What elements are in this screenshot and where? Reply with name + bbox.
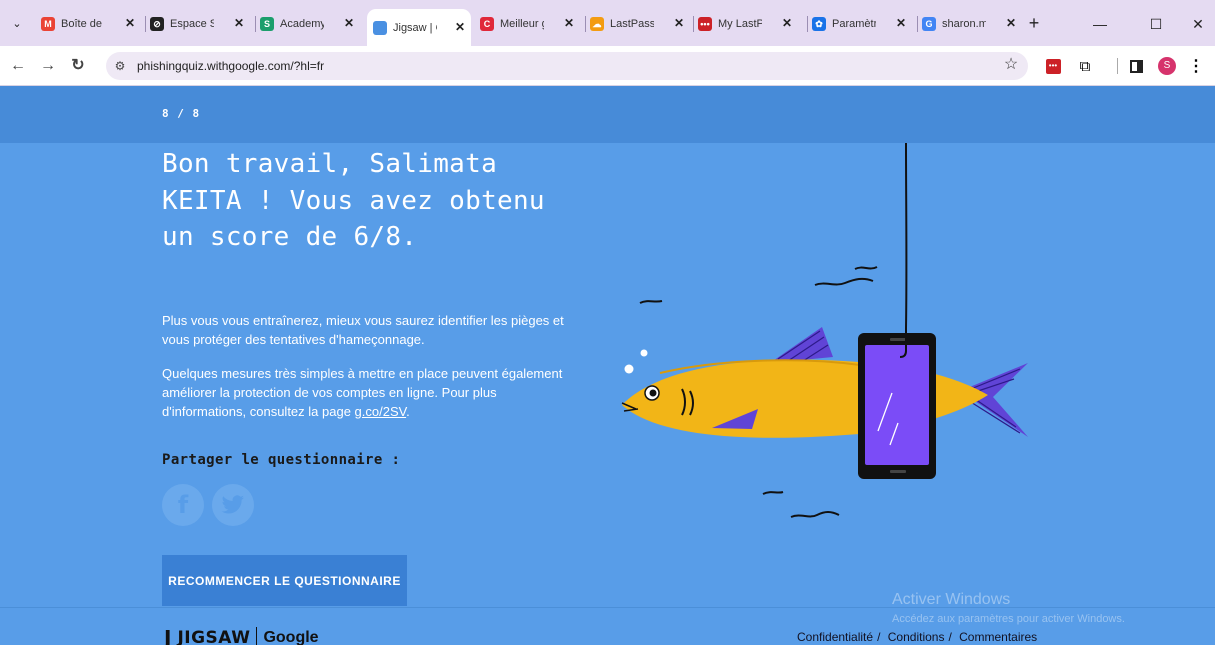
question-progress: 8 / 8	[162, 107, 201, 120]
side-panel-icon[interactable]	[1126, 56, 1146, 76]
fish-hooked-phone-illustration	[621, 143, 1028, 518]
footer-links: Confidentialité / Conditions / Commentaire…	[797, 630, 1041, 644]
logo-divider	[256, 627, 258, 645]
tab-search-icon[interactable]: ⌄	[6, 13, 28, 35]
twitter-share-icon[interactable]	[212, 484, 254, 526]
bookmark-star-icon[interactable]: ☆	[1000, 54, 1022, 76]
tab-close-icon[interactable]: ✕	[1004, 16, 1018, 30]
tab-separator	[917, 16, 918, 32]
menu-kebab-icon[interactable]: ⋮	[1186, 56, 1206, 76]
google-icon: G	[922, 17, 936, 31]
tab-title: Espace S/	[170, 18, 214, 30]
privacy-link[interactable]: Confidentialité	[797, 630, 873, 644]
windows-activation-watermark: Activer Windows Accédez aux paramètres p…	[892, 591, 1125, 625]
tab-close-icon[interactable]: ✕	[780, 16, 794, 30]
facebook-share-icon[interactable]: f	[162, 484, 204, 526]
result-paragraph-2: Quelques mesures très simples à mettre e…	[162, 364, 582, 421]
site-settings-icon[interactable]: ⚙	[112, 58, 128, 74]
jigsaw-logo-icon: J	[164, 626, 172, 645]
browser-tab[interactable]: M Boîte de r ✕	[41, 13, 141, 35]
tab-close-icon[interactable]: ✕	[123, 16, 137, 30]
browser-tab[interactable]: ✿ Paramètre ✕	[812, 13, 912, 35]
reload-icon[interactable]: ↻	[66, 54, 90, 78]
forward-arrow-icon[interactable]: →	[36, 54, 60, 78]
tab-title: sharon.m	[942, 18, 986, 30]
result-headline: Bon travail, Salimata KEITA ! Vous avez …	[162, 149, 545, 252]
browser-tab[interactable]: Jigsaw | C ✕	[367, 9, 471, 46]
browser-tab[interactable]: ⊘ Espace S/ ✕	[150, 13, 250, 35]
url-text[interactable]: phishingquiz.withgoogle.com/?hl=fr	[137, 59, 324, 73]
tab-close-icon[interactable]: ✕	[562, 16, 576, 30]
tab-title: Academy	[280, 18, 324, 30]
tab-separator	[145, 16, 146, 32]
tab-close-icon[interactable]: ✕	[232, 16, 246, 30]
tab-strip: ⌄ MBoîte de r✕⊘Espace S/✕SAcademy✕Jigsaw…	[0, 0, 1215, 46]
gmail-icon: M	[41, 17, 55, 31]
extensions-puzzle-icon[interactable]: ⧉	[1075, 56, 1095, 76]
tab-close-icon[interactable]: ✕	[453, 20, 467, 34]
minimize-button[interactable]: —	[1086, 10, 1114, 38]
link-separator: /	[948, 630, 952, 644]
google-wordmark: Google	[263, 629, 319, 645]
tab-separator	[693, 16, 694, 32]
restart-quiz-button[interactable]: RECOMMENCER LE QUESTIONNAIRE	[162, 555, 407, 606]
browser-tab[interactable]: Gsharon.m ✕	[922, 13, 1022, 35]
close-window-button[interactable]: ✕	[1184, 10, 1212, 38]
tab-separator	[255, 16, 256, 32]
tab-separator	[807, 16, 808, 32]
para2-suffix: .	[406, 404, 410, 419]
academy-icon: S	[260, 17, 274, 31]
link-separator: /	[877, 630, 881, 644]
rainbow-icon: ☁	[590, 17, 604, 31]
jigsaw-wordmark: JIGSAW	[177, 628, 251, 645]
browser-tab[interactable]: S Academy ✕	[260, 13, 360, 35]
feedback-link[interactable]: Commentaires	[959, 630, 1037, 644]
new-tab-button[interactable]: +	[1022, 12, 1046, 36]
back-arrow-icon[interactable]: ←	[6, 54, 30, 78]
tab-title: Jigsaw | C	[393, 21, 437, 34]
result-paragraph-1: Plus vous vous entraînerez, mieux vous s…	[162, 313, 564, 347]
lastpass-extension-icon[interactable]: •••	[1043, 56, 1063, 76]
browser-tab[interactable]: C Meilleur g ✕	[480, 13, 580, 35]
tab-title: Boîte de r	[61, 18, 105, 30]
canva-icon: C	[480, 17, 494, 31]
share-label: Partager le questionnaire :	[162, 452, 401, 468]
profile-avatar[interactable]: S	[1157, 56, 1177, 76]
jigsaw-google-logo[interactable]: J JIGSAW Google	[164, 626, 319, 645]
tab-title: Paramètre	[832, 18, 876, 30]
divider	[1107, 56, 1127, 76]
jigsaw-icon	[373, 20, 387, 35]
watermark-title: Activer Windows	[892, 591, 1011, 608]
watermark-subtitle: Accédez aux paramètres pour activer Wind…	[892, 613, 1125, 625]
2sv-link[interactable]: g.co/2SV	[355, 404, 407, 419]
tab-title: Meilleur g	[500, 18, 544, 30]
gear-icon: ✿	[812, 17, 826, 31]
terms-link[interactable]: Conditions	[888, 630, 945, 644]
tab-title: My LastPa	[718, 18, 762, 30]
tab-separator	[585, 16, 586, 32]
lastpass-icon: •••	[698, 17, 712, 31]
tab-title: LastPass:	[610, 18, 654, 30]
browser-tab[interactable]: ☁ LastPass: ✕	[590, 13, 690, 35]
tab-close-icon[interactable]: ✕	[342, 16, 356, 30]
disabled-icon: ⊘	[150, 17, 164, 31]
maximize-button[interactable]: ☐	[1142, 10, 1170, 38]
tab-close-icon[interactable]: ✕	[672, 16, 686, 30]
browser-tab[interactable]: ••• My LastPa ✕	[698, 13, 798, 35]
tab-close-icon[interactable]: ✕	[894, 16, 908, 30]
